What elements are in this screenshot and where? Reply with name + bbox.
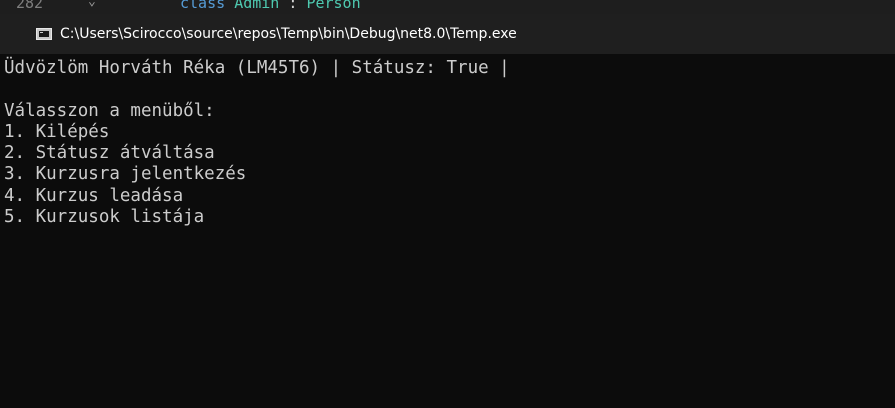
console-app-icon[interactable] bbox=[36, 28, 52, 40]
fold-chevron-icon[interactable]: ⌄ bbox=[88, 0, 96, 9]
code-keyword: class bbox=[180, 0, 226, 12]
console-line-menu-item-1: 1. Kilépés bbox=[4, 121, 110, 142]
console-title-bar[interactable]: C:\Users\Scirocco\source\repos\Temp\bin\… bbox=[0, 14, 895, 54]
code-type: Admin bbox=[234, 0, 280, 12]
code-editor-background: 282 ⌄ class Admin : Person bbox=[0, 0, 895, 14]
code-base-type: Person bbox=[306, 0, 361, 12]
code-line: class Admin : Person bbox=[180, 0, 361, 12]
line-number: 282 bbox=[16, 0, 44, 12]
console-output[interactable]: Üdvözlöm Horváth Réka (LM45T6) | Státusz… bbox=[0, 54, 895, 408]
console-line-menu-item-4: 4. Kurzus leadása bbox=[4, 185, 184, 206]
console-line-menu-item-2: 2. Státusz átváltása bbox=[4, 143, 215, 164]
screen: 282 ⌄ class Admin : Person C:\Users\Scir… bbox=[0, 0, 895, 408]
console-line-menu-item-3: 3. Kurzusra jelentkezés bbox=[4, 164, 247, 185]
console-line-greeting: Üdvözlöm Horváth Réka (LM45T6) | Státusz… bbox=[4, 58, 510, 78]
window-title: C:\Users\Scirocco\source\repos\Temp\bin\… bbox=[60, 26, 517, 42]
code-separator: : bbox=[279, 0, 307, 12]
console-line-menu-prompt: Válasszon a menüből: bbox=[4, 100, 215, 121]
console-line-menu-item-5: 5. Kurzusok listája bbox=[4, 207, 205, 228]
